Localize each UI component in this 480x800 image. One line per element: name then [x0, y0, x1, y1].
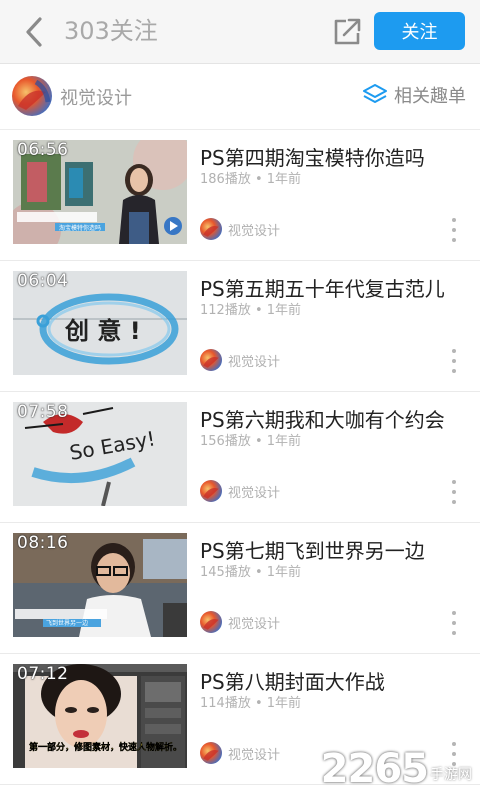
- channel-name[interactable]: 视觉设计: [60, 84, 132, 110]
- more-dot-icon: [452, 490, 456, 494]
- page-title: 303关注: [64, 17, 158, 45]
- video-duration: 08:16: [17, 533, 69, 553]
- video-thumbnail[interactable]: 淘宝模特你造吗 06:56: [13, 140, 187, 244]
- video-title[interactable]: PS第六期我和大咖有个约会: [200, 404, 445, 433]
- related-lists-label: 相关趣单: [394, 86, 466, 107]
- author-avatar: [200, 611, 222, 633]
- author-avatar: [200, 480, 222, 502]
- video-duration: 06:04: [17, 271, 69, 291]
- video-author[interactable]: 视觉设计: [200, 480, 280, 502]
- more-dot-icon: [452, 359, 456, 363]
- more-dot-icon: [452, 228, 456, 232]
- video-row[interactable]: So Easy! 07:58 PS第六期我和大咖有个约会 156播放 • 1年前…: [0, 392, 480, 523]
- watermark-text: 手游网: [430, 767, 472, 783]
- video-duration: 07:12: [17, 664, 69, 684]
- more-menu-button[interactable]: [450, 611, 458, 635]
- share-icon: [334, 18, 361, 45]
- video-author[interactable]: 视觉设计: [200, 349, 280, 371]
- related-lists-button[interactable]: 相关趣单: [362, 82, 466, 108]
- thumbnail-caption: 飞到世界另一边: [46, 619, 88, 627]
- video-thumbnail[interactable]: So Easy! 07:58: [13, 402, 187, 506]
- video-row[interactable]: 淘宝模特你造吗 06:56 PS第四期淘宝模特你造吗 186播放 • 1年前 视…: [0, 130, 480, 261]
- more-dot-icon: [452, 500, 456, 504]
- thumbnail-caption: 淘宝模特你造吗: [59, 224, 101, 232]
- thumbnail-caption: 第一部分，修图素材，快速人物解析。: [29, 741, 182, 753]
- video-thumbnail[interactable]: 创 意 ! 06:04: [13, 271, 187, 375]
- more-dot-icon: [452, 480, 456, 484]
- follow-button[interactable]: 关注: [374, 12, 465, 50]
- video-title[interactable]: PS第七期飞到世界另一边: [200, 535, 425, 564]
- video-duration: 07:58: [17, 402, 69, 422]
- more-dot-icon: [452, 349, 456, 353]
- more-dot-icon: [452, 369, 456, 373]
- video-thumbnail[interactable]: 第一部分，修图素材，快速人物解析。 07:12: [13, 664, 187, 768]
- more-dot-icon: [452, 631, 456, 635]
- author-name: 视觉设计: [228, 354, 281, 370]
- video-meta: 145播放 • 1年前: [200, 565, 302, 580]
- video-thumbnail[interactable]: 飞到世界另一边 08:16: [13, 533, 187, 637]
- author-name: 视觉设计: [228, 616, 281, 632]
- video-meta: 112播放 • 1年前: [200, 303, 302, 318]
- channel-row[interactable]: 视觉设计 相关趣单: [0, 64, 480, 130]
- video-meta: 186播放 • 1年前: [200, 172, 302, 187]
- video-row[interactable]: 创 意 ! 06:04 PS第五期五十年代复古范儿 112播放 • 1年前 视觉…: [0, 261, 480, 392]
- more-dot-icon: [452, 238, 456, 242]
- share-button[interactable]: [332, 15, 362, 47]
- video-meta: 156播放 • 1年前: [200, 434, 302, 449]
- top-bar: 303关注 关注: [0, 0, 480, 64]
- video-author[interactable]: 视觉设计: [200, 742, 280, 764]
- video-title[interactable]: PS第八期封面大作战: [200, 666, 385, 695]
- author-avatar: [200, 218, 222, 240]
- thumbnail-word: 创 意 !: [64, 317, 141, 345]
- video-title[interactable]: PS第五期五十年代复古范儿: [200, 273, 445, 302]
- video-row[interactable]: 飞到世界另一边 08:16 PS第七期飞到世界另一边 145播放 • 1年前 视…: [0, 523, 480, 654]
- video-meta: 114播放 • 1年前: [200, 696, 302, 711]
- channel-avatar[interactable]: [12, 76, 52, 116]
- chevron-left-icon: [26, 17, 42, 47]
- watermark-number: 2265: [320, 746, 429, 792]
- more-menu-button[interactable]: [450, 349, 458, 373]
- author-avatar: [200, 742, 222, 764]
- back-button[interactable]: [18, 14, 50, 50]
- video-author[interactable]: 视觉设计: [200, 611, 280, 633]
- video-duration: 06:56: [17, 140, 69, 160]
- author-name: 视觉设计: [228, 223, 281, 239]
- more-dot-icon: [452, 611, 456, 615]
- author-avatar: [200, 349, 222, 371]
- video-list: 淘宝模特你造吗 06:56 PS第四期淘宝模特你造吗 186播放 • 1年前 视…: [0, 130, 480, 785]
- more-menu-button[interactable]: [450, 480, 458, 504]
- more-dot-icon: [452, 218, 456, 222]
- author-name: 视觉设计: [228, 747, 281, 763]
- site-watermark: 2265 手游网: [321, 746, 472, 792]
- more-dot-icon: [452, 621, 456, 625]
- layers-icon: [363, 84, 387, 103]
- more-menu-button[interactable]: [450, 218, 458, 242]
- author-name: 视觉设计: [228, 485, 281, 501]
- video-title[interactable]: PS第四期淘宝模特你造吗: [200, 142, 425, 171]
- video-author[interactable]: 视觉设计: [200, 218, 280, 240]
